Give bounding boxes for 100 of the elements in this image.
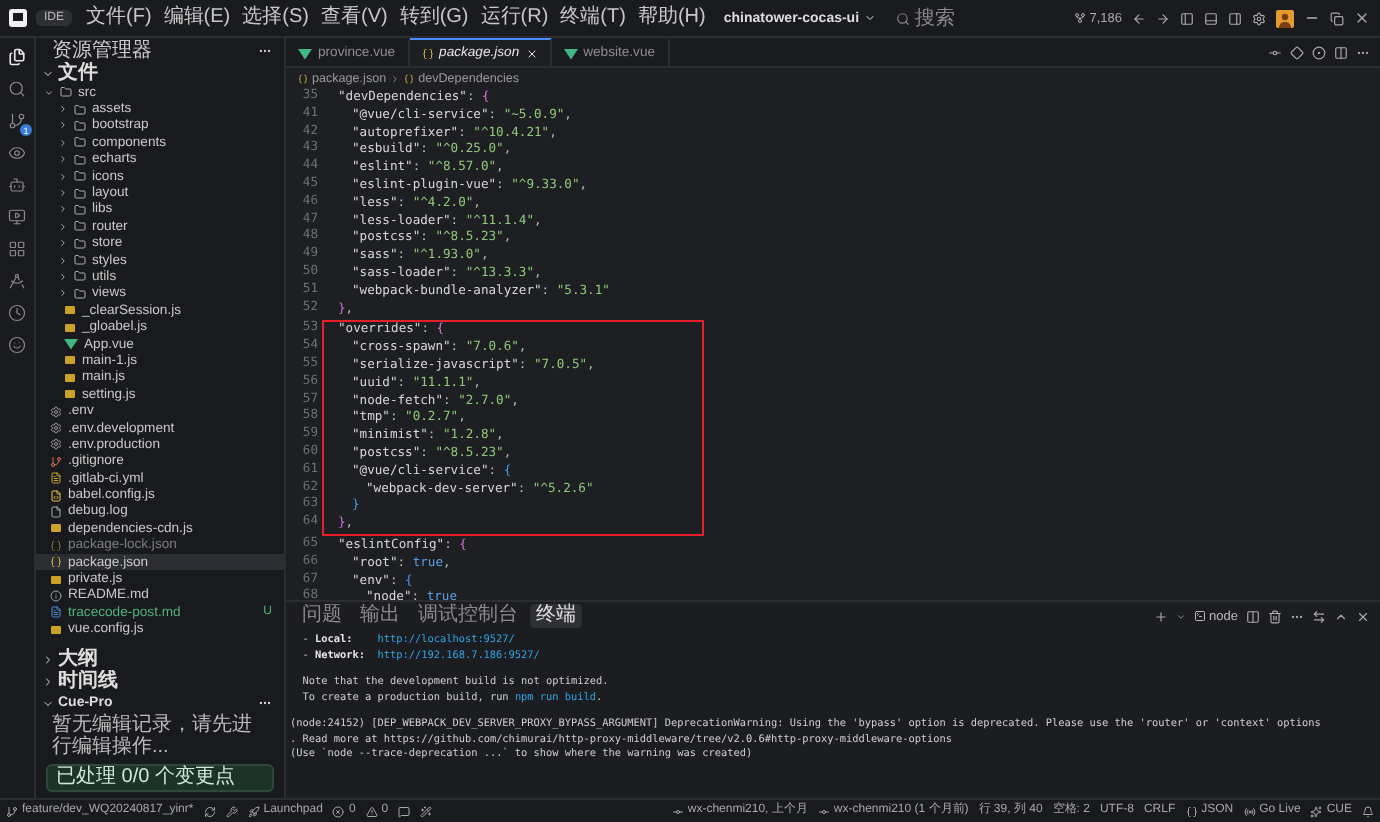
avatar-icon[interactable] xyxy=(1276,9,1294,27)
document-icon xyxy=(50,472,62,485)
wrench-icon[interactable] xyxy=(225,805,238,817)
split-icon[interactable] xyxy=(1246,609,1260,623)
more-icon[interactable] xyxy=(258,696,272,710)
file-icon xyxy=(50,505,62,518)
search-icon[interactable] xyxy=(8,80,26,98)
chevron-icon[interactable] xyxy=(42,697,54,709)
logo-icon xyxy=(8,8,28,28)
settings-icon[interactable] xyxy=(1252,11,1266,25)
folder-icon xyxy=(74,287,86,300)
trash-icon[interactable] xyxy=(1268,609,1282,623)
branch-icon[interactable] xyxy=(8,112,26,130)
branch-icon xyxy=(50,455,62,468)
file-icon xyxy=(50,573,62,586)
caret-icon[interactable] xyxy=(1175,611,1186,621)
folder-icon xyxy=(74,254,86,267)
menu-item[interactable]: 查看(V) xyxy=(318,6,390,30)
braces-icon xyxy=(404,73,415,83)
search-field[interactable]: 搜索 xyxy=(895,4,956,32)
smiley-icon[interactable] xyxy=(8,336,26,354)
panel-tab[interactable]: 问题 xyxy=(296,604,348,628)
menu-item[interactable]: 终端(T) xyxy=(558,6,628,30)
folder-icon xyxy=(74,153,86,166)
folder-icon xyxy=(74,103,86,116)
braces-icon xyxy=(50,539,62,552)
triangle-icon xyxy=(64,338,78,351)
split-editor-icon[interactable] xyxy=(1334,45,1348,59)
folder-icon xyxy=(74,119,86,132)
wand-icon[interactable] xyxy=(420,805,433,817)
document-icon xyxy=(50,606,62,619)
warning-icon xyxy=(365,805,378,817)
chevron-icon[interactable] xyxy=(42,653,54,665)
panel-tab[interactable]: 终端 xyxy=(530,604,582,628)
menu-item[interactable]: 运行(R) xyxy=(478,6,551,30)
search-icon xyxy=(895,11,910,25)
sparkle-icon xyxy=(1310,805,1323,817)
close-icon[interactable] xyxy=(1354,10,1370,26)
branch-icon xyxy=(6,805,18,817)
close-icon[interactable] xyxy=(1356,609,1370,623)
gear-icon xyxy=(50,405,62,418)
file-icon xyxy=(50,522,62,535)
commit-icon xyxy=(671,805,684,817)
file-icon xyxy=(50,623,62,636)
gear-icon xyxy=(50,422,62,434)
folder-icon xyxy=(74,170,86,183)
folder-icon xyxy=(74,220,86,233)
braces-icon xyxy=(298,73,308,83)
braces-icon xyxy=(421,47,434,59)
error-icon xyxy=(332,805,345,817)
panel-toggle-icon[interactable] xyxy=(1204,11,1218,25)
maximize-icon[interactable] xyxy=(1334,609,1348,623)
caret-icon xyxy=(863,12,876,24)
files-icon[interactable] xyxy=(8,48,26,66)
gear-icon xyxy=(50,438,62,451)
rocket-icon xyxy=(247,805,260,817)
sidebar-title: 资源管理器 xyxy=(52,38,152,62)
sidebar-toggle-icon[interactable] xyxy=(1180,11,1194,25)
commit-icon xyxy=(817,805,830,817)
triangle-icon xyxy=(298,47,312,59)
restore-icon[interactable] xyxy=(1330,11,1344,25)
diamond-icon[interactable] xyxy=(1290,45,1304,59)
target-icon[interactable] xyxy=(1312,45,1326,59)
sync-icon[interactable] xyxy=(203,805,216,817)
monitor-icon[interactable] xyxy=(8,208,26,226)
swap-icon[interactable] xyxy=(1312,609,1326,623)
chevron-icon xyxy=(390,73,401,83)
chat-icon[interactable] xyxy=(398,805,411,817)
menu-item[interactable]: 帮助(H) xyxy=(635,6,708,30)
back-icon[interactable] xyxy=(1132,11,1146,25)
info-icon xyxy=(50,589,62,602)
eye-icon[interactable] xyxy=(8,144,26,162)
menu-item[interactable]: 编辑(E) xyxy=(161,6,233,30)
clock-icon[interactable] xyxy=(8,304,26,322)
menu-item[interactable]: 选择(S) xyxy=(240,6,311,30)
robot-icon[interactable] xyxy=(8,176,26,194)
panel-tab[interactable]: 调试控制台 xyxy=(412,604,524,628)
fork-icon xyxy=(1073,12,1086,24)
grid-icon[interactable] xyxy=(8,240,26,258)
compass-icon[interactable] xyxy=(8,272,26,290)
triangle-icon xyxy=(563,47,578,59)
panel-tab[interactable]: 输出 xyxy=(354,604,406,628)
folder-icon xyxy=(74,237,86,250)
chevron-icon[interactable] xyxy=(42,67,54,79)
secondary-sidebar-icon[interactable] xyxy=(1228,11,1242,25)
menu-item[interactable]: 文件(F) xyxy=(84,6,154,30)
add-icon[interactable] xyxy=(1153,609,1168,623)
status-card: 已处理 0/0 个变更点 xyxy=(46,764,274,792)
forward-icon[interactable] xyxy=(1156,11,1170,25)
empty-message: 暂无编辑记录，请先进行编辑操作... xyxy=(50,714,254,762)
chevron-icon[interactable] xyxy=(42,675,54,687)
folder-icon xyxy=(74,136,86,149)
braces-icon xyxy=(50,556,62,569)
folder-icon xyxy=(74,270,86,283)
bell-icon[interactable] xyxy=(1362,805,1374,817)
commit-icon[interactable] xyxy=(1268,45,1282,59)
code-file-icon xyxy=(50,489,62,502)
braces-icon xyxy=(1185,805,1198,817)
folder-icon xyxy=(74,203,86,216)
menu-item[interactable]: 转到(G) xyxy=(397,6,471,30)
